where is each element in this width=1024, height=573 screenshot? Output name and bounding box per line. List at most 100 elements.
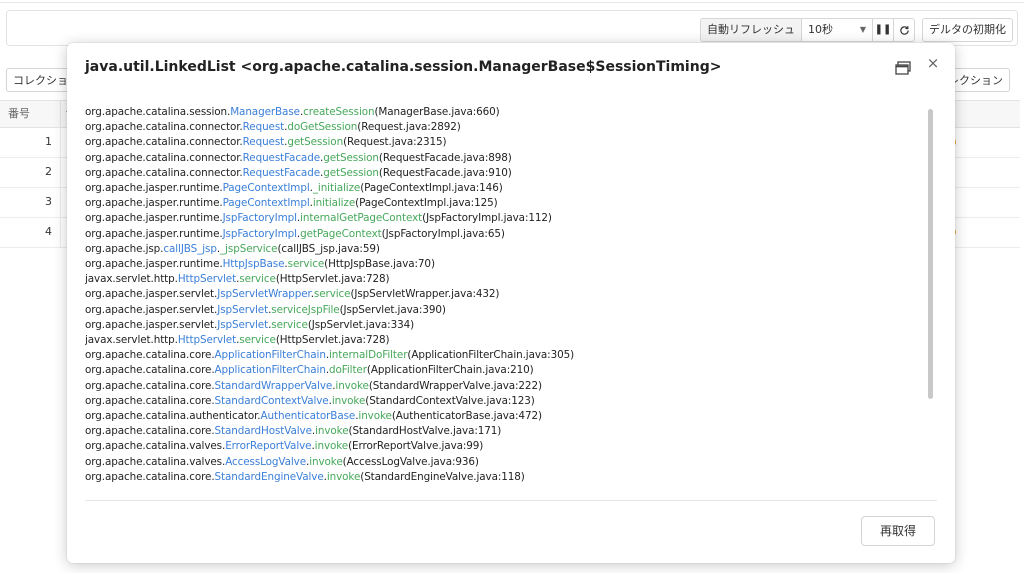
package-name: org.apache.jasper.runtime. bbox=[85, 182, 223, 195]
source-location: (StandardWrapperValve.java:222) bbox=[368, 379, 542, 392]
method-name: invoke bbox=[331, 394, 366, 407]
class-name: StandardHostValve bbox=[214, 425, 312, 438]
method-name: getSession bbox=[287, 136, 344, 149]
class-name: PageContextImpl bbox=[222, 197, 310, 210]
delta-init-button[interactable]: デルタの初期化 bbox=[922, 18, 1013, 42]
refresh-button[interactable] bbox=[894, 19, 914, 41]
method-name: initialize bbox=[312, 197, 356, 210]
method-name: createSession bbox=[303, 106, 375, 118]
class-name: StandardContextValve bbox=[214, 394, 329, 407]
auto-refresh-control: 自動リフレッシュ 10秒 ▼ ❚❚ bbox=[700, 18, 915, 42]
source-location: (callJBS_jsp.java:59) bbox=[277, 242, 380, 255]
source-location: (RequestFacade.java:910) bbox=[378, 166, 512, 179]
method-name: invoke bbox=[314, 440, 349, 453]
stack-trace-line: org.apache.catalina.core.StandardEngineV… bbox=[85, 470, 929, 485]
class-name: HttpServlet bbox=[177, 273, 237, 286]
package-name: org.apache.jasper.runtime. bbox=[85, 197, 223, 210]
dialog-title: java.util.LinkedList <org.apache.catalin… bbox=[85, 59, 722, 75]
class-name: RequestFacade bbox=[242, 166, 320, 179]
source-location: (StandardEngineValve.java:118) bbox=[360, 470, 525, 483]
package-name: org.apache.jasper.runtime. bbox=[85, 227, 223, 240]
class-name: ApplicationFilterChain bbox=[214, 364, 326, 377]
method-name: service bbox=[271, 318, 308, 331]
pause-button[interactable]: ❚❚ bbox=[873, 19, 894, 41]
class-name: ManagerBase bbox=[230, 106, 300, 118]
class-name: StandardEngineValve bbox=[214, 470, 324, 483]
stack-trace-line: org.apache.catalina.connector.Request.ge… bbox=[85, 135, 929, 150]
column-divider bbox=[60, 127, 61, 157]
refresh-icon bbox=[899, 25, 909, 35]
stack-trace-line: org.apache.jasper.servlet.JspServletWrap… bbox=[85, 287, 929, 302]
package-name: javax.servlet.http. bbox=[85, 273, 178, 286]
column-divider bbox=[60, 157, 61, 187]
method-name: invoke bbox=[315, 425, 349, 438]
stack-trace-line: org.apache.catalina.connector.Request.do… bbox=[85, 120, 929, 135]
footer-divider bbox=[85, 500, 937, 501]
column-divider bbox=[60, 187, 61, 217]
collection-tab-right-label: レクション bbox=[952, 74, 1003, 87]
stack-trace-line: org.apache.catalina.core.StandardWrapper… bbox=[85, 379, 929, 394]
collection-tab-left[interactable]: コレクショ bbox=[6, 68, 68, 92]
source-location: (JspFactoryImpl.java:65) bbox=[381, 227, 505, 240]
method-name: doFilter bbox=[329, 364, 367, 377]
source-location: (AuthenticatorBase.java:472) bbox=[391, 410, 542, 423]
maximize-icon[interactable] bbox=[895, 61, 911, 75]
close-icon[interactable]: × bbox=[926, 56, 940, 71]
stack-trace-line: org.apache.jasper.servlet.JspServlet.ser… bbox=[85, 318, 929, 333]
source-location: (JspFactoryImpl.java:112) bbox=[422, 212, 552, 225]
class-name: callJBS_jsp bbox=[163, 242, 217, 255]
source-location: (HttpServlet.java:728) bbox=[275, 334, 390, 347]
collection-tab-right[interactable]: レクション bbox=[952, 68, 1010, 92]
package-name: org.apache.catalina.core. bbox=[85, 394, 215, 407]
class-name: HttpJspBase bbox=[222, 258, 285, 271]
method-name: serviceJspFile bbox=[271, 303, 340, 316]
row-number: 2 bbox=[45, 165, 52, 178]
source-location: (Request.java:2315) bbox=[343, 136, 447, 149]
package-name: org.apache.catalina.authenticator. bbox=[85, 410, 261, 423]
method-name: getSession bbox=[323, 151, 379, 164]
class-name: JspFactoryImpl bbox=[222, 212, 297, 225]
class-name: ApplicationFilterChain bbox=[214, 349, 326, 362]
stack-trace-line: org.apache.jasper.runtime.PageContextImp… bbox=[85, 181, 929, 196]
source-location: (Request.java:2892) bbox=[357, 121, 461, 134]
source-location: (ErrorReportValve.java:99) bbox=[348, 440, 484, 453]
method-name: service bbox=[239, 273, 276, 286]
source-location: (HttpServlet.java:728) bbox=[275, 273, 390, 286]
method-name: service bbox=[313, 288, 351, 301]
chevron-down-icon: ▼ bbox=[859, 25, 866, 34]
package-name: org.apache.jasper.runtime. bbox=[85, 212, 223, 225]
stack-trace-line: org.apache.jasper.runtime.JspFactoryImpl… bbox=[85, 211, 929, 226]
method-name: invoke bbox=[358, 410, 392, 423]
stack-trace-list[interactable]: org.apache.catalina.session.ManagerBase.… bbox=[85, 105, 929, 489]
package-name: org.apache.jasper.servlet. bbox=[85, 303, 218, 316]
source-location: (ApplicationFilterChain.java:210) bbox=[366, 364, 534, 377]
class-name: JspServlet bbox=[217, 318, 269, 331]
stack-trace-line: org.apache.catalina.connector.RequestFac… bbox=[85, 166, 929, 181]
row-number: 4 bbox=[45, 225, 52, 238]
method-name: invoke bbox=[309, 455, 343, 468]
stack-trace-line: org.apache.catalina.valves.AccessLogValv… bbox=[85, 455, 929, 470]
class-name: StandardWrapperValve bbox=[214, 379, 333, 392]
method-name: doGetSession bbox=[287, 121, 358, 134]
scrollbar-thumb[interactable] bbox=[928, 109, 933, 399]
refresh-interval-select[interactable]: 10秒 ▼ bbox=[802, 19, 873, 41]
source-location: (RequestFacade.java:898) bbox=[378, 151, 512, 164]
stack-trace-line: org.apache.catalina.core.StandardContext… bbox=[85, 394, 929, 409]
refetch-button[interactable]: 再取得 bbox=[861, 516, 935, 546]
package-name: org.apache.jasper.runtime. bbox=[85, 258, 223, 271]
method-name: internalGetPageContext bbox=[300, 212, 423, 225]
method-name: getPageContext bbox=[300, 227, 382, 240]
package-name: org.apache.jasper.servlet. bbox=[85, 318, 218, 331]
source-location: (JspServlet.java:390) bbox=[339, 303, 446, 316]
class-name: AccessLogValve bbox=[225, 455, 307, 468]
stack-trace-line: org.apache.catalina.connector.RequestFac… bbox=[85, 151, 929, 166]
class-name: JspServletWrapper bbox=[217, 288, 311, 301]
class-name: HttpServlet bbox=[177, 334, 237, 347]
method-name: _jspService bbox=[220, 242, 278, 255]
pause-icon: ❚❚ bbox=[874, 24, 892, 35]
scrollbar[interactable] bbox=[925, 105, 935, 489]
stack-trace-line: org.apache.catalina.core.ApplicationFilt… bbox=[85, 363, 929, 378]
class-name: JspFactoryImpl bbox=[222, 227, 297, 240]
stack-trace-line: javax.servlet.http.HttpServlet.service(H… bbox=[85, 272, 929, 287]
class-name: Request bbox=[242, 136, 285, 149]
